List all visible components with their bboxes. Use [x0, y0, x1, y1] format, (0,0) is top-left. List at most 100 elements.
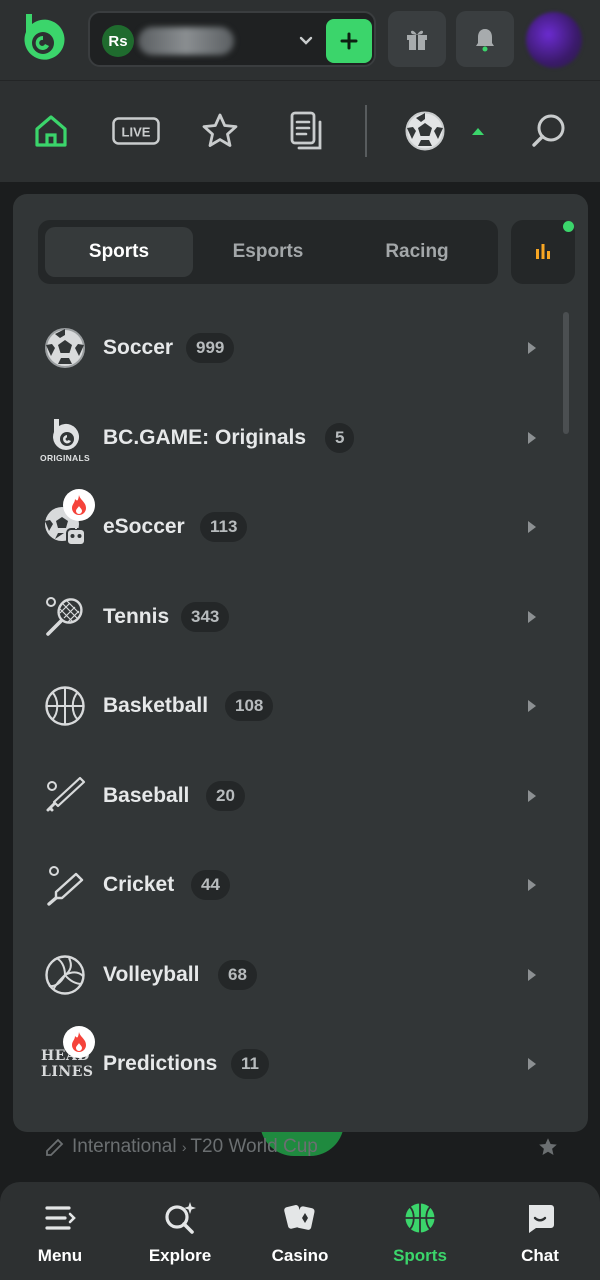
sport-row-baseball[interactable]: Baseball 20: [13, 756, 573, 836]
baseball-icon: [43, 774, 87, 818]
caret-right-icon: [528, 342, 536, 354]
nav-divider: [365, 105, 367, 157]
bottom-nav-label: Chat: [521, 1246, 559, 1265]
bc-logo-icon[interactable]: [18, 10, 68, 66]
breadcrumb: International › T20 World Cup: [72, 1136, 318, 1158]
volleyball-icon: [43, 953, 87, 997]
cricket-icon: [43, 863, 87, 907]
event-count-badge: 11: [231, 1049, 269, 1079]
caret-right-icon: [528, 432, 536, 444]
star-icon[interactable]: [537, 1136, 559, 1158]
sport-name: Baseball: [103, 784, 190, 807]
soccer-icon: [43, 326, 87, 370]
sport-name: Predictions: [103, 1052, 218, 1075]
hot-badge: [63, 489, 95, 521]
tennis-icon: [43, 595, 87, 639]
category-tabs: Sports Esports Racing: [38, 220, 498, 284]
sport-name: Cricket: [103, 873, 175, 896]
currency-badge: Rs: [102, 25, 134, 57]
event-count-badge: 20: [206, 781, 245, 811]
explore-icon: [160, 1200, 200, 1236]
sport-row-predictions[interactable]: HEAD LINES Predictions 11: [13, 1024, 573, 1104]
sport-row-basketball[interactable]: Basketball 108: [13, 666, 573, 746]
deposit-button[interactable]: [326, 19, 372, 63]
bottom-nav-label: Menu: [37, 1246, 83, 1265]
breadcrumb-item: T20 World Cup: [190, 1136, 318, 1157]
sport-name: eSoccer: [103, 515, 185, 538]
bottom-nav-menu[interactable]: Menu: [10, 1200, 110, 1270]
event-count-badge: 68: [218, 960, 257, 990]
bell-icon: [476, 29, 494, 52]
star-icon: [202, 113, 238, 147]
fire-icon: [72, 495, 86, 515]
favorites-button[interactable]: [198, 109, 242, 153]
gift-button[interactable]: [388, 11, 446, 67]
caret-right-icon: [528, 879, 536, 891]
sport-row-tennis[interactable]: Tennis 343: [13, 577, 573, 657]
live-button[interactable]: LIVE: [112, 109, 160, 153]
soccer-ball-icon: [405, 111, 445, 151]
live-label: LIVE: [122, 125, 151, 140]
sport-row-esoccer[interactable]: eSoccer 113: [13, 487, 573, 567]
caret-right-icon: [528, 790, 536, 802]
bottom-nav-sports[interactable]: Sports: [370, 1200, 470, 1270]
bottom-nav-label: Sports: [393, 1246, 447, 1265]
cricket-icon: [46, 1138, 64, 1156]
bottom-nav-label: Casino: [271, 1246, 329, 1265]
betslip-button[interactable]: [284, 109, 328, 153]
sport-selector-button[interactable]: [403, 109, 447, 153]
event-count-badge: 5: [325, 423, 355, 453]
gift-icon: [407, 30, 427, 50]
sport-name: Tennis: [103, 605, 170, 628]
tab-sports[interactable]: Sports: [45, 227, 193, 277]
search-button[interactable]: [527, 109, 571, 153]
breadcrumb-item: International: [72, 1136, 177, 1157]
balance-value: [138, 27, 234, 55]
tab-racing[interactable]: Racing: [343, 227, 491, 277]
event-count-badge: 999: [186, 333, 235, 363]
sport-row-cricket[interactable]: Cricket 44: [13, 845, 573, 925]
tab-esports[interactable]: Esports: [194, 227, 342, 277]
sport-row-soccer[interactable]: Soccer 999: [13, 308, 573, 388]
plus-icon: [340, 32, 358, 50]
event-count-badge: 108: [225, 691, 274, 721]
caret-right-icon: [528, 1058, 536, 1070]
bottom-navigation: Menu Explore Casino Sports Chat: [0, 1182, 600, 1280]
bar-chart-icon: [536, 244, 550, 259]
home-icon: [35, 115, 67, 147]
live-icon: LIVE: [112, 117, 160, 145]
sports-nav-bar: LIVE: [0, 80, 600, 182]
event-count-badge: 113: [200, 512, 248, 542]
top-header: Rs: [0, 0, 600, 80]
chevron-down-icon[interactable]: [296, 31, 316, 51]
sport-name: BC.GAME: Originals: [103, 426, 307, 449]
sport-row-volleyball[interactable]: Volleyball 68: [13, 935, 573, 1015]
sport-name: Basketball: [103, 694, 209, 717]
hot-badge: [63, 1026, 95, 1058]
betslip-icon: [290, 111, 322, 150]
caret-right-icon: [528, 611, 536, 623]
home-button[interactable]: [29, 109, 73, 153]
bottom-nav-label: Explore: [148, 1246, 212, 1265]
bottom-nav-chat[interactable]: Chat: [490, 1200, 590, 1270]
event-count-badge: 44: [191, 870, 230, 900]
sport-name: Volleyball: [103, 963, 200, 986]
notifications-button[interactable]: [456, 11, 514, 67]
bottom-nav-explore[interactable]: Explore: [130, 1200, 230, 1270]
sports-dropdown-panel: Sports Esports Racing Soccer 999 ORIGINA…: [13, 194, 588, 1132]
caret-up-icon: [472, 128, 484, 135]
search-icon: [532, 114, 565, 147]
sport-name: Soccer: [103, 336, 174, 359]
avatar[interactable]: [526, 12, 582, 68]
originals-icon: ORIGINALS: [37, 412, 93, 468]
cards-icon: [280, 1200, 320, 1236]
status-dot: [563, 221, 574, 232]
fire-icon: [72, 1032, 86, 1052]
sport-selector-toggle[interactable]: [456, 109, 500, 153]
sport-row-originals[interactable]: ORIGINALS BC.GAME: Originals 5: [13, 398, 573, 478]
bottom-nav-casino[interactable]: Casino: [250, 1200, 350, 1270]
event-count-badge: 343: [181, 602, 230, 632]
icon-caption: ORIGINALS: [40, 453, 90, 463]
wallet-selector[interactable]: Rs: [88, 11, 376, 67]
basketball-icon: [43, 684, 87, 728]
